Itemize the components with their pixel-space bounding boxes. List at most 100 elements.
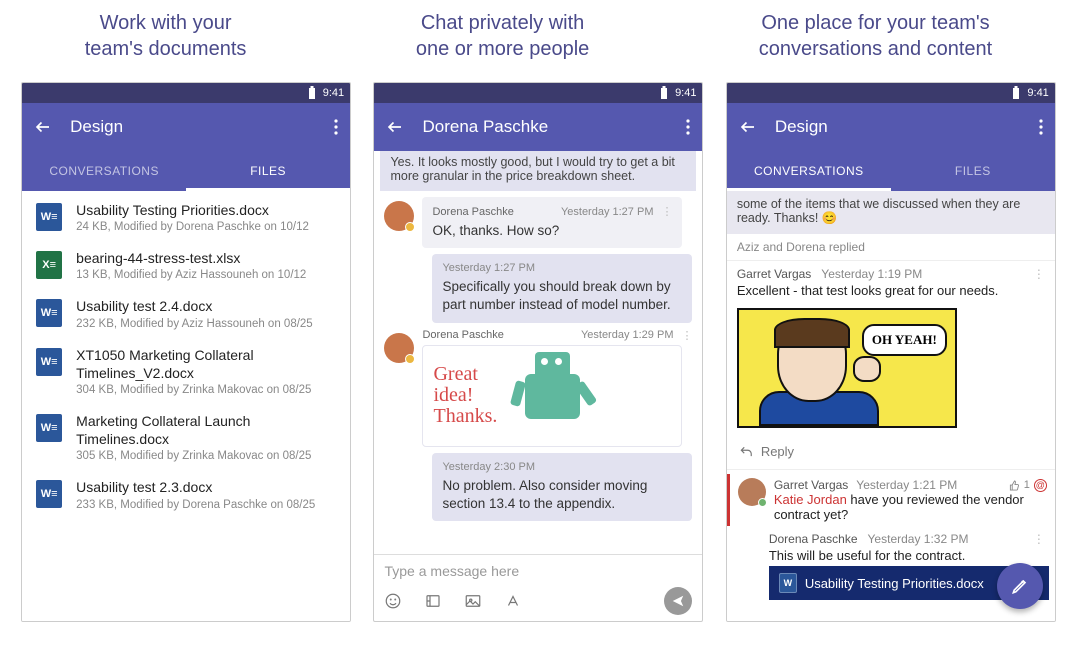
avatar: [384, 333, 414, 363]
tabs: CONVERSATIONS FILES: [22, 151, 350, 191]
status-bar: 9:41: [374, 83, 702, 103]
caption-2: Chat privately with one or more people: [416, 10, 589, 62]
status-time: 9:41: [323, 87, 344, 99]
excel-icon: X≡: [36, 251, 62, 279]
thread-author: Garret Vargas: [774, 478, 848, 492]
file-meta: 305 KB, Modified by Zrinka Makovac on 08…: [76, 450, 336, 462]
back-button[interactable]: [739, 118, 757, 136]
post-time: Yesterday 1:19 PM: [821, 267, 922, 281]
tab-files-label: FILES: [955, 164, 991, 178]
outgoing-message[interactable]: Yesterday 1:27 PMSpecifically you should…: [380, 254, 696, 322]
file-row[interactable]: W≡ Usability test 2.4.docx 232 KB, Modifie…: [22, 287, 350, 335]
battery-icon: [659, 86, 669, 100]
avatar: [738, 478, 766, 506]
replies-summary[interactable]: Aziz and Dorena replied: [727, 234, 1055, 261]
compose-bar: Type a message here: [374, 554, 702, 621]
files-list[interactable]: W≡ Usability Testing Priorities.docx 24 KB…: [22, 191, 350, 621]
word-icon: W≡: [36, 299, 62, 327]
partial-message: Yes. It looks mostly good, but I would t…: [380, 151, 696, 191]
app-bar: Design: [22, 103, 350, 151]
file-row[interactable]: W≡ XT1050 Marketing Collateral Timelines_…: [22, 336, 350, 402]
outgoing-message[interactable]: Yesterday 2:30 PMNo problem. Also consid…: [380, 453, 696, 521]
post-more-icon[interactable]: ⋮: [1033, 267, 1045, 281]
file-row[interactable]: W≡ Usability test 2.3.docx 233 KB, Modifie…: [22, 468, 350, 516]
back-button[interactable]: [34, 118, 52, 136]
tab-conversations-label: CONVERSATIONS: [754, 164, 864, 178]
image-icon[interactable]: [464, 592, 482, 610]
file-name: Usability test 2.3.docx: [76, 478, 336, 496]
emoji-icon[interactable]: [384, 592, 402, 610]
file-name: bearing-44-stress-test.xlsx: [76, 249, 336, 267]
word-icon: W≡: [36, 348, 62, 376]
previous-message-fragment: some of the items that we discussed when…: [727, 191, 1055, 234]
reactions[interactable]: 1 @: [1009, 479, 1047, 492]
reply-more-icon[interactable]: ⋮: [1033, 532, 1045, 546]
file-meta: 24 KB, Modified by Dorena Paschke on 10/…: [76, 221, 336, 233]
reply-button[interactable]: Reply: [727, 434, 1055, 470]
thread-text: Katie Jordan have you reviewed the vendo…: [774, 492, 1047, 522]
send-button[interactable]: [664, 587, 692, 615]
phone-conversations: 9:41 Design CONVERSATIONS FILES some of …: [726, 82, 1056, 622]
compose-fab[interactable]: [997, 563, 1043, 609]
thread-reply[interactable]: Dorena Paschke Yesterday 1:32 PM ⋮ This wi…: [727, 526, 1055, 567]
file-row[interactable]: W≡Marketing Collateral Launch Timelines.…: [22, 402, 350, 468]
word-icon: W≡: [36, 480, 62, 508]
post-text: Excellent - that test looks great for ou…: [737, 283, 1045, 298]
format-icon[interactable]: [504, 592, 522, 610]
battery-icon: [307, 86, 317, 100]
tab-conversations[interactable]: CONVERSATIONS: [22, 151, 186, 191]
file-name: XT1050 Marketing Collateral Timelines_V2…: [76, 346, 336, 382]
word-icon: W≡: [36, 414, 62, 442]
tabs: CONVERSATIONS FILES: [727, 151, 1055, 191]
more-button[interactable]: [686, 119, 690, 135]
more-button[interactable]: [334, 119, 338, 135]
thread-time: Yesterday 1:21 PM: [856, 478, 957, 492]
gif-icon[interactable]: [424, 592, 442, 610]
file-name: Usability test 2.4.docx: [76, 297, 336, 315]
reply-label: Reply: [761, 444, 794, 459]
compose-input[interactable]: Type a message here: [384, 563, 692, 579]
meme-image: OH YEAH!: [737, 308, 957, 428]
phone-files: 9:41 Design CONVERSATIONS FILES W≡ Usabil…: [21, 82, 351, 622]
file-row[interactable]: X≡ bearing-44-stress-test.xlsx 13 KB, Modi…: [22, 239, 350, 287]
chat-title: Dorena Paschke: [422, 117, 686, 137]
reply-time: Yesterday 1:32 PM: [868, 532, 969, 546]
back-button[interactable]: [386, 118, 404, 136]
mention[interactable]: Katie Jordan: [774, 492, 847, 507]
channel-title: Design: [70, 117, 334, 137]
caption-3: One place for your team's conversations …: [759, 10, 993, 62]
file-meta: 13 KB, Modified by Aziz Hassouneh on 10/…: [76, 269, 336, 281]
tab-files[interactable]: FILES: [186, 151, 350, 191]
status-bar: 9:41: [727, 83, 1055, 103]
caption-1: Work with your team's documents: [85, 10, 247, 62]
file-meta: 304 KB, Modified by Zrinka Makovac on 08…: [76, 384, 336, 396]
phone-chat: 9:41 Dorena Paschke Yes. It looks mostly…: [373, 82, 703, 622]
status-time: 9:41: [675, 87, 696, 99]
sticker: Greatidea!Thanks.: [422, 345, 682, 447]
file-row[interactable]: W≡ Usability Testing Priorities.docx 24 KB…: [22, 191, 350, 239]
mention-badge: @: [1034, 479, 1047, 492]
tab-conversations[interactable]: CONVERSATIONS: [727, 151, 891, 191]
file-meta: 233 KB, Modified by Dorena Paschke on 08…: [76, 499, 336, 511]
tab-conversations-label: CONVERSATIONS: [49, 164, 159, 178]
post[interactable]: Garret Vargas Yesterday 1:19 PM ⋮ Excellen…: [727, 261, 1055, 302]
post-author: Garret Vargas: [737, 267, 811, 281]
word-icon: W: [779, 573, 797, 593]
battery-icon: [1011, 86, 1021, 100]
incoming-message[interactable]: Dorena PaschkeYesterday 1:27 PM⋮OK, than…: [380, 197, 696, 248]
chat-body[interactable]: Yes. It looks mostly good, but I would t…: [374, 151, 702, 554]
app-bar: Design: [727, 103, 1055, 151]
channel-title: Design: [775, 117, 1039, 137]
more-button[interactable]: [1039, 119, 1043, 135]
reply-author: Dorena Paschke: [769, 532, 858, 546]
reply-text: This will be useful for the contract.: [769, 548, 1045, 563]
tab-files[interactable]: FILES: [891, 151, 1055, 191]
file-name: Usability Testing Priorities.docx: [76, 201, 336, 219]
conversation-feed[interactable]: some of the items that we discussed when…: [727, 191, 1055, 621]
thread-post[interactable]: Garret Vargas Yesterday 1:21 PM 1 @ Kati…: [727, 474, 1055, 526]
avatar: [384, 201, 414, 231]
file-meta: 232 KB, Modified by Aziz Hassouneh on 08…: [76, 318, 336, 330]
captions-row: Work with your team's documents Chat pri…: [0, 0, 1077, 82]
incoming-message[interactable]: Dorena PaschkeYesterday 1:29 PM⋮Greatide…: [380, 329, 696, 447]
word-icon: W≡: [36, 203, 62, 231]
